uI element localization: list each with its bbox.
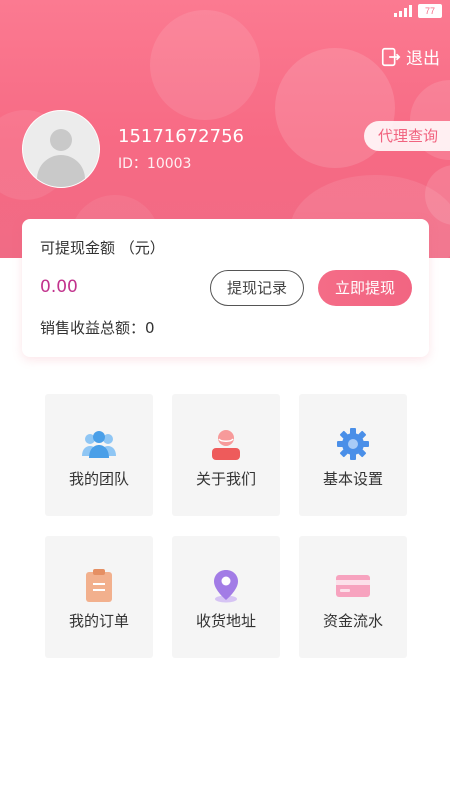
withdrawable-title: 可提现金额 （元） bbox=[40, 239, 165, 257]
withdrawable-amount: 0.00 bbox=[40, 277, 78, 297]
user-phone: 15171672756 bbox=[118, 126, 244, 147]
logout-icon bbox=[381, 47, 401, 66]
menu-item-label: 我的团队 bbox=[68, 470, 129, 488]
menu-item-label: 收货地址 bbox=[195, 612, 256, 630]
menu-item-basic-settings[interactable]: 基本设置 bbox=[299, 394, 407, 516]
withdraw-record-button[interactable]: 提现记录 bbox=[210, 270, 304, 306]
menu-item-shipping-address[interactable]: 收货地址 bbox=[172, 536, 280, 658]
person-icon bbox=[212, 430, 240, 460]
menu-item-about-us[interactable]: 关于我们 bbox=[172, 394, 280, 516]
menu-item-label: 我的订单 bbox=[68, 612, 129, 630]
team-icon bbox=[82, 431, 116, 458]
menu-item-label: 资金流水 bbox=[322, 612, 383, 630]
menu-item-my-orders[interactable]: 我的订单 bbox=[45, 536, 153, 658]
battery-icon: 77 bbox=[418, 4, 442, 18]
signal-icon bbox=[394, 5, 412, 17]
user-id: ID：10003 bbox=[118, 156, 192, 172]
clipboard-icon bbox=[86, 569, 112, 602]
sales-total: 销售收益总额：0 bbox=[40, 319, 155, 337]
profile-screen: 77 退出 15171672756 ID：10003 代理查询 可提现金额 （元… bbox=[0, 0, 450, 800]
gear-icon bbox=[337, 428, 369, 460]
menu-item-label: 关于我们 bbox=[195, 470, 256, 488]
menu-item-my-team[interactable]: 我的团队 bbox=[45, 394, 153, 516]
menu-item-label: 基本设置 bbox=[322, 470, 383, 488]
avatar[interactable] bbox=[22, 110, 100, 188]
location-pin-icon bbox=[214, 570, 238, 603]
logout-button[interactable]: 退出 bbox=[380, 44, 440, 69]
logout-label: 退出 bbox=[406, 49, 440, 69]
agent-query-button[interactable]: 代理查询 bbox=[363, 121, 450, 151]
status-bar: 77 bbox=[0, 0, 450, 22]
credit-card-icon bbox=[336, 575, 370, 597]
menu-item-fund-flow[interactable]: 资金流水 bbox=[299, 536, 407, 658]
withdraw-now-button[interactable]: 立即提现 bbox=[318, 270, 412, 306]
balance-card: 可提现金额 （元） 0.00 提现记录 立即提现 销售收益总额：0 bbox=[22, 219, 429, 357]
